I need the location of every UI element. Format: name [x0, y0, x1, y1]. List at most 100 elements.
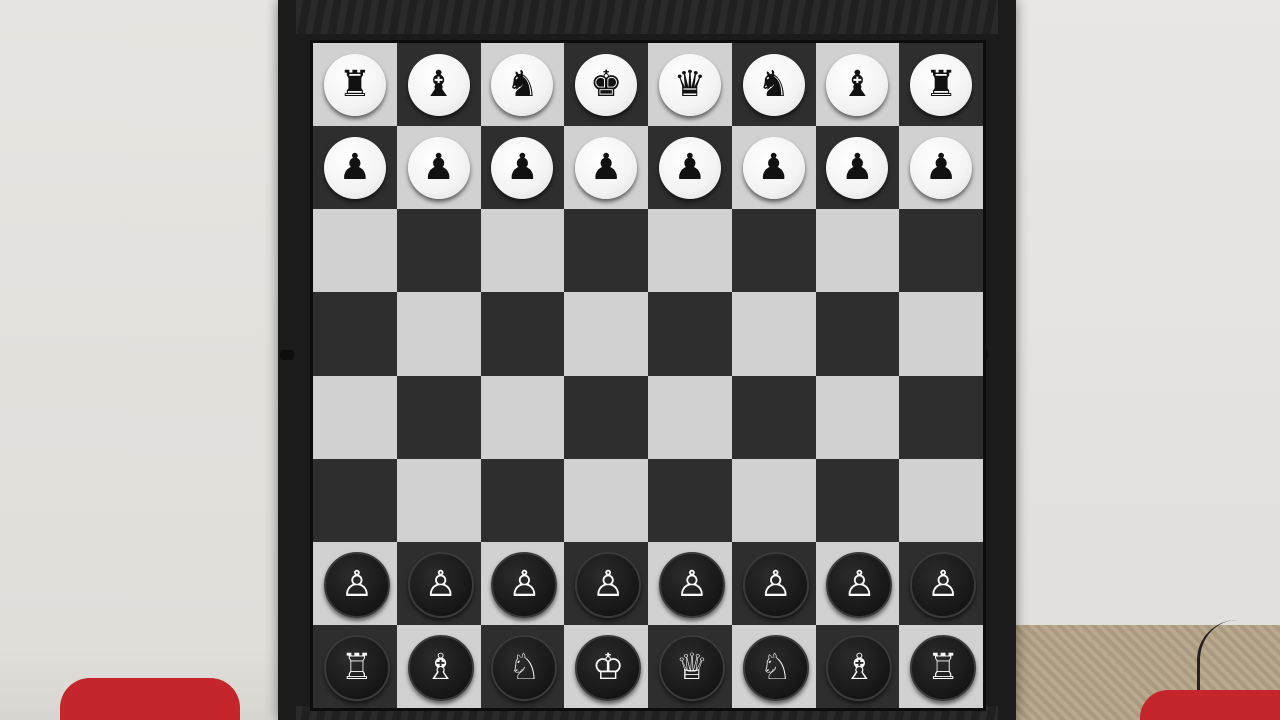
light-disc-pawn-piece[interactable]: ♟: [826, 136, 889, 199]
dark-disc-rook-piece[interactable]: ♖: [323, 635, 390, 702]
square-h1[interactable]: ♖: [899, 624, 983, 708]
square-c2[interactable]: ♙: [480, 541, 565, 625]
dark-disc-knight-piece[interactable]: ♘: [742, 635, 809, 702]
light-disc-queen-piece[interactable]: ♛: [658, 53, 721, 116]
square-b7[interactable]: ♟: [396, 126, 481, 210]
dark-disc-pawn-piece[interactable]: ♙: [658, 552, 725, 619]
chess-board: ♜ ♝ ♞ ♚ ♛ ♞ ♝ ♜ ♟ ♟ ♟ ♟ ♟ ♟ ♟ ♟ ♙ ♙ ♙ ♙ ♙ ♙ ♙ ♙ ♖ ♗ ♘ ♔ ♕ ♘ ♗ ♖: [310, 40, 986, 711]
square-d2[interactable]: ♙: [564, 541, 648, 625]
square-g5[interactable]: [815, 292, 900, 376]
dark-disc-pawn-piece[interactable]: ♙: [491, 552, 558, 619]
light-disc-pawn-piece[interactable]: ♟: [910, 136, 973, 199]
light-disc-bishop-piece[interactable]: ♝: [826, 53, 889, 116]
square-c4[interactable]: [480, 375, 565, 459]
square-h8[interactable]: ♜: [899, 43, 983, 127]
square-h2[interactable]: ♙: [899, 541, 983, 625]
pawn-icon: ♙: [340, 564, 374, 606]
square-d1[interactable]: ♔: [564, 624, 648, 708]
square-c5[interactable]: [480, 292, 565, 376]
square-d7[interactable]: ♟: [564, 126, 648, 210]
square-d5[interactable]: [564, 292, 648, 376]
square-a6[interactable]: [313, 209, 397, 293]
square-g1[interactable]: ♗: [815, 624, 900, 708]
dark-disc-pawn-piece[interactable]: ♙: [323, 552, 390, 619]
dark-disc-king-piece[interactable]: ♔: [575, 635, 642, 702]
square-f7[interactable]: ♟: [731, 126, 816, 210]
square-b2[interactable]: ♙: [396, 541, 481, 625]
square-a4[interactable]: [313, 375, 397, 459]
square-e8[interactable]: ♛: [648, 43, 732, 127]
square-a1[interactable]: ♖: [313, 624, 397, 708]
square-f6[interactable]: [731, 209, 816, 293]
square-b1[interactable]: ♗: [396, 624, 481, 708]
square-h7[interactable]: ♟: [899, 126, 983, 210]
square-c8[interactable]: ♞: [480, 43, 565, 127]
square-e5[interactable]: [648, 292, 732, 376]
square-d8[interactable]: ♚: [564, 43, 648, 127]
square-h4[interactable]: [899, 375, 983, 459]
square-g8[interactable]: ♝: [815, 43, 900, 127]
dark-disc-bishop-piece[interactable]: ♗: [407, 635, 474, 702]
square-g6[interactable]: [815, 209, 900, 293]
king-icon: ♚: [589, 63, 623, 105]
square-c3[interactable]: [480, 458, 565, 542]
light-disc-pawn-piece[interactable]: ♟: [575, 136, 638, 199]
dark-disc-queen-piece[interactable]: ♕: [658, 635, 725, 702]
square-f5[interactable]: [731, 292, 816, 376]
light-disc-pawn-piece[interactable]: ♟: [491, 136, 554, 199]
light-disc-pawn-piece[interactable]: ♟: [407, 136, 470, 199]
dark-disc-pawn-piece[interactable]: ♙: [826, 552, 893, 619]
dark-disc-bishop-piece[interactable]: ♗: [826, 635, 893, 702]
square-h3[interactable]: [899, 458, 983, 542]
square-d6[interactable]: [564, 209, 648, 293]
light-disc-knight-piece[interactable]: ♞: [742, 53, 805, 116]
square-f3[interactable]: [731, 458, 816, 542]
square-h6[interactable]: [899, 209, 983, 293]
light-disc-pawn-piece[interactable]: ♟: [323, 136, 386, 199]
square-g2[interactable]: ♙: [815, 541, 900, 625]
square-b4[interactable]: [396, 375, 481, 459]
square-c6[interactable]: [480, 209, 565, 293]
square-f8[interactable]: ♞: [731, 43, 816, 127]
light-disc-pawn-piece[interactable]: ♟: [658, 136, 721, 199]
square-c1[interactable]: ♘: [480, 624, 565, 708]
square-a2[interactable]: ♙: [313, 541, 397, 625]
dark-disc-pawn-piece[interactable]: ♙: [910, 552, 977, 619]
square-f2[interactable]: ♙: [731, 541, 816, 625]
square-f4[interactable]: [731, 375, 816, 459]
square-h5[interactable]: [899, 292, 983, 376]
square-b3[interactable]: [396, 458, 481, 542]
square-e6[interactable]: [648, 209, 732, 293]
square-a8[interactable]: ♜: [313, 43, 397, 127]
light-disc-rook-piece[interactable]: ♜: [910, 53, 973, 116]
square-e7[interactable]: ♟: [648, 126, 732, 210]
dark-disc-pawn-piece[interactable]: ♙: [575, 552, 642, 619]
dark-disc-pawn-piece[interactable]: ♙: [742, 552, 809, 619]
square-e4[interactable]: [648, 375, 732, 459]
square-e1[interactable]: ♕: [648, 624, 732, 708]
dark-disc-pawn-piece[interactable]: ♙: [407, 552, 474, 619]
square-g4[interactable]: [815, 375, 900, 459]
light-disc-pawn-piece[interactable]: ♟: [742, 136, 805, 199]
square-e2[interactable]: ♙: [648, 541, 732, 625]
square-f1[interactable]: ♘: [731, 624, 816, 708]
square-a7[interactable]: ♟: [313, 126, 397, 210]
light-disc-rook-piece[interactable]: ♜: [323, 53, 386, 116]
square-b6[interactable]: [396, 209, 481, 293]
square-a5[interactable]: [313, 292, 397, 376]
square-g7[interactable]: ♟: [815, 126, 900, 210]
square-a3[interactable]: [313, 458, 397, 542]
square-c7[interactable]: ♟: [480, 126, 565, 210]
dark-disc-knight-piece[interactable]: ♘: [491, 635, 558, 702]
square-e3[interactable]: [648, 458, 732, 542]
square-b8[interactable]: ♝: [396, 43, 481, 127]
light-disc-king-piece[interactable]: ♚: [575, 53, 638, 116]
square-d3[interactable]: [564, 458, 648, 542]
queen-icon: ♕: [675, 647, 709, 689]
square-b5[interactable]: [396, 292, 481, 376]
dark-disc-rook-piece[interactable]: ♖: [910, 635, 977, 702]
light-disc-knight-piece[interactable]: ♞: [491, 53, 554, 116]
square-d4[interactable]: [564, 375, 648, 459]
light-disc-bishop-piece[interactable]: ♝: [407, 53, 470, 116]
square-g3[interactable]: [815, 458, 900, 542]
